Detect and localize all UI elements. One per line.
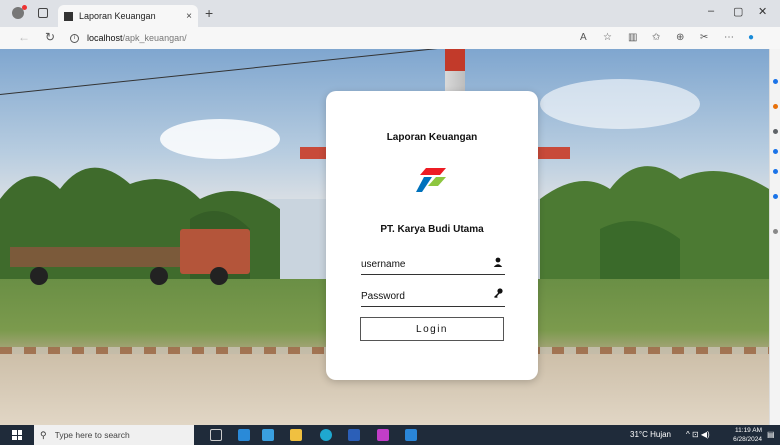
- cloud: [540, 79, 700, 129]
- truck-wheel: [150, 267, 168, 285]
- edge-sidebar: [769, 49, 780, 425]
- sidebar-tools-icon[interactable]: [773, 129, 778, 134]
- taskbar-search-input[interactable]: [54, 430, 175, 440]
- collections-icon[interactable]: ⊕: [676, 32, 684, 43]
- notification-icon[interactable]: ▤: [767, 430, 775, 439]
- taskbar-clock[interactable]: 11:19 AM 6/28/2024: [728, 426, 762, 444]
- notification-dot: [22, 5, 27, 10]
- search-icon: ⚲: [40, 429, 47, 440]
- key-icon: [493, 288, 503, 301]
- clock-date: 6/28/2024: [733, 436, 762, 443]
- sidebar-outlook-icon[interactable]: [773, 194, 778, 199]
- sidebar-shopping-icon[interactable]: [773, 104, 778, 109]
- store-app-icon[interactable]: [262, 429, 274, 441]
- favorite-star-icon[interactable]: ☆: [603, 32, 612, 43]
- user-icon: [493, 257, 503, 270]
- truck: [10, 229, 250, 289]
- refresh-icon[interactable]: ↻: [45, 30, 55, 44]
- more-options-icon[interactable]: ⋯: [724, 32, 734, 43]
- weather-widget[interactable]: 31°C Hujan: [630, 430, 671, 439]
- truck-wheel: [210, 267, 228, 285]
- page-viewport: Laporan Keuangan PT. Karya Budi Utama Lo…: [0, 49, 769, 425]
- taskbar-search[interactable]: ⚲: [34, 425, 194, 445]
- start-windows-icon[interactable]: [12, 430, 22, 440]
- browser-tab-strip: Laporan Keuangan × + – ▢ ✕: [0, 0, 780, 27]
- sidebar-games-icon[interactable]: [773, 149, 778, 154]
- login-button[interactable]: Login: [360, 317, 504, 341]
- maximize-button[interactable]: ▢: [733, 5, 743, 18]
- password-input[interactable]: [361, 287, 505, 307]
- company-name: PT. Karya Budi Utama: [380, 224, 484, 235]
- task-view-icon[interactable]: [210, 429, 222, 441]
- address-bar[interactable]: i localhost/apk_keuangan/: [70, 30, 570, 46]
- truck-wheel: [30, 267, 48, 285]
- username-input[interactable]: [361, 255, 505, 275]
- company-logo-icon: [416, 168, 446, 192]
- sidebar-search-icon[interactable]: [773, 79, 778, 84]
- read-aloud-icon[interactable]: A: [580, 32, 587, 43]
- media-app-icon[interactable]: [377, 429, 389, 441]
- truck-bed: [10, 247, 200, 267]
- login-card: Laporan Keuangan PT. Karya Budi Utama Lo…: [326, 91, 538, 380]
- browser-app-icon[interactable]: [320, 429, 332, 441]
- close-window-button[interactable]: ✕: [758, 5, 767, 18]
- url-path: /apk_keuangan/: [122, 33, 187, 43]
- word-app-icon[interactable]: [348, 429, 360, 441]
- sidebar-add-icon[interactable]: [773, 229, 778, 234]
- clock-time: 11:19 AM: [735, 427, 762, 434]
- system-tray-icons[interactable]: ^ ⊡ ◀): [686, 430, 710, 439]
- copilot-icon[interactable]: ●: [748, 32, 754, 43]
- back-arrow-icon[interactable]: ←: [18, 30, 30, 44]
- browser-tab-active[interactable]: Laporan Keuangan ×: [58, 5, 198, 27]
- tab-favicon-icon: [64, 11, 73, 21]
- explorer-app-icon[interactable]: [290, 429, 302, 441]
- tab-title: Laporan Keuangan: [79, 11, 156, 21]
- edge-app-icon[interactable]: [238, 429, 250, 441]
- url-host: localhost: [87, 33, 123, 43]
- site-info-icon[interactable]: i: [70, 33, 79, 43]
- tab-close-icon[interactable]: ×: [186, 11, 192, 22]
- favorites-icon[interactable]: ✩: [652, 32, 660, 43]
- minimize-button[interactable]: –: [708, 5, 714, 17]
- extensions-icon[interactable]: ✂: [700, 32, 708, 43]
- vscode-app-icon[interactable]: [405, 429, 417, 441]
- tab-actions-icon[interactable]: [38, 8, 48, 18]
- new-tab-button[interactable]: +: [205, 5, 213, 21]
- split-screen-icon[interactable]: ▥: [628, 32, 637, 43]
- sidebar-office-icon[interactable]: [773, 169, 778, 174]
- pole-top: [445, 49, 465, 71]
- login-title: Laporan Keuangan: [386, 132, 478, 143]
- windows-taskbar: ⚲ 31°C Hujan ^ ⊡ ◀) 11:19 AM 6/28/2024 ▤: [0, 425, 780, 445]
- browser-toolbar: ← ↻ i localhost/apk_keuangan/ A ☆ ▥ ✩ ⊕ …: [0, 27, 780, 49]
